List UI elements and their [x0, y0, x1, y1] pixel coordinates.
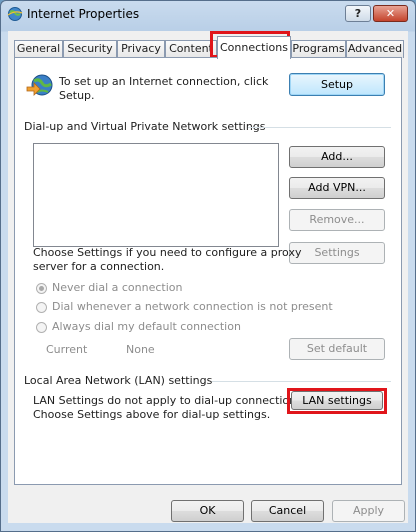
- title-bar[interactable]: Internet Properties ? ✕: [1, 1, 415, 29]
- tab-security[interactable]: Security: [63, 40, 117, 58]
- add-button[interactable]: Add...: [289, 146, 385, 168]
- lan-group-divider: [212, 381, 391, 382]
- internet-properties-window: Internet Properties ? ✕ General Security…: [0, 0, 416, 532]
- tab-programs[interactable]: Programs: [291, 40, 346, 58]
- cancel-button[interactable]: Cancel: [251, 500, 324, 522]
- apply-button[interactable]: Apply: [332, 500, 405, 522]
- lan-text-line2: Choose Settings above for dial-up settin…: [33, 408, 271, 421]
- dialog-body: General Security Privacy Content Connect…: [8, 31, 408, 523]
- never-dial-label: Never dial a connection: [52, 281, 183, 294]
- settings-button[interactable]: Settings: [289, 242, 385, 264]
- proxy-text-line1: Choose Settings if you need to configure…: [33, 246, 302, 259]
- current-label: Current: [46, 343, 88, 356]
- ok-button[interactable]: OK: [171, 500, 244, 522]
- dial-whenever-radio[interactable]: [36, 302, 47, 313]
- set-default-button[interactable]: Set default: [289, 338, 385, 360]
- dialup-group-title: Dial-up and Virtual Private Network sett…: [24, 120, 266, 133]
- setup-text-line2: Setup.: [59, 89, 95, 102]
- tab-connections[interactable]: Connections: [217, 36, 291, 59]
- setup-button[interactable]: Setup: [289, 73, 385, 96]
- tab-general[interactable]: General: [14, 40, 63, 58]
- add-vpn-button[interactable]: Add VPN...: [289, 177, 385, 199]
- connections-listbox[interactable]: [33, 143, 279, 247]
- never-dial-radio[interactable]: [36, 283, 47, 294]
- dialup-group-divider: [248, 127, 391, 128]
- setup-text-line1: To set up an Internet connection, click: [59, 75, 269, 88]
- proxy-text-line2: server for a connection.: [33, 260, 165, 273]
- dial-whenever-label: Dial whenever a network connection is no…: [52, 300, 333, 313]
- lan-group-title: Local Area Network (LAN) settings: [24, 374, 213, 387]
- current-value: None: [126, 343, 155, 356]
- tab-advanced[interactable]: Advanced: [346, 40, 404, 58]
- network-setup-icon: [25, 72, 53, 100]
- remove-button[interactable]: Remove...: [289, 209, 385, 231]
- tab-content[interactable]: Content: [165, 40, 217, 58]
- always-dial-radio[interactable]: [36, 322, 47, 333]
- lan-settings-button[interactable]: LAN settings: [291, 391, 383, 410]
- lan-text-line1: LAN Settings do not apply to dial-up con…: [33, 394, 306, 407]
- always-dial-label: Always dial my default connection: [52, 320, 241, 333]
- internet-globe-icon: [7, 6, 23, 22]
- tab-privacy[interactable]: Privacy: [117, 40, 165, 58]
- close-button[interactable]: ✕: [373, 5, 408, 22]
- connections-panel: To set up an Internet connection, click …: [14, 57, 402, 485]
- window-title: Internet Properties: [27, 7, 140, 21]
- help-button[interactable]: ?: [345, 5, 371, 22]
